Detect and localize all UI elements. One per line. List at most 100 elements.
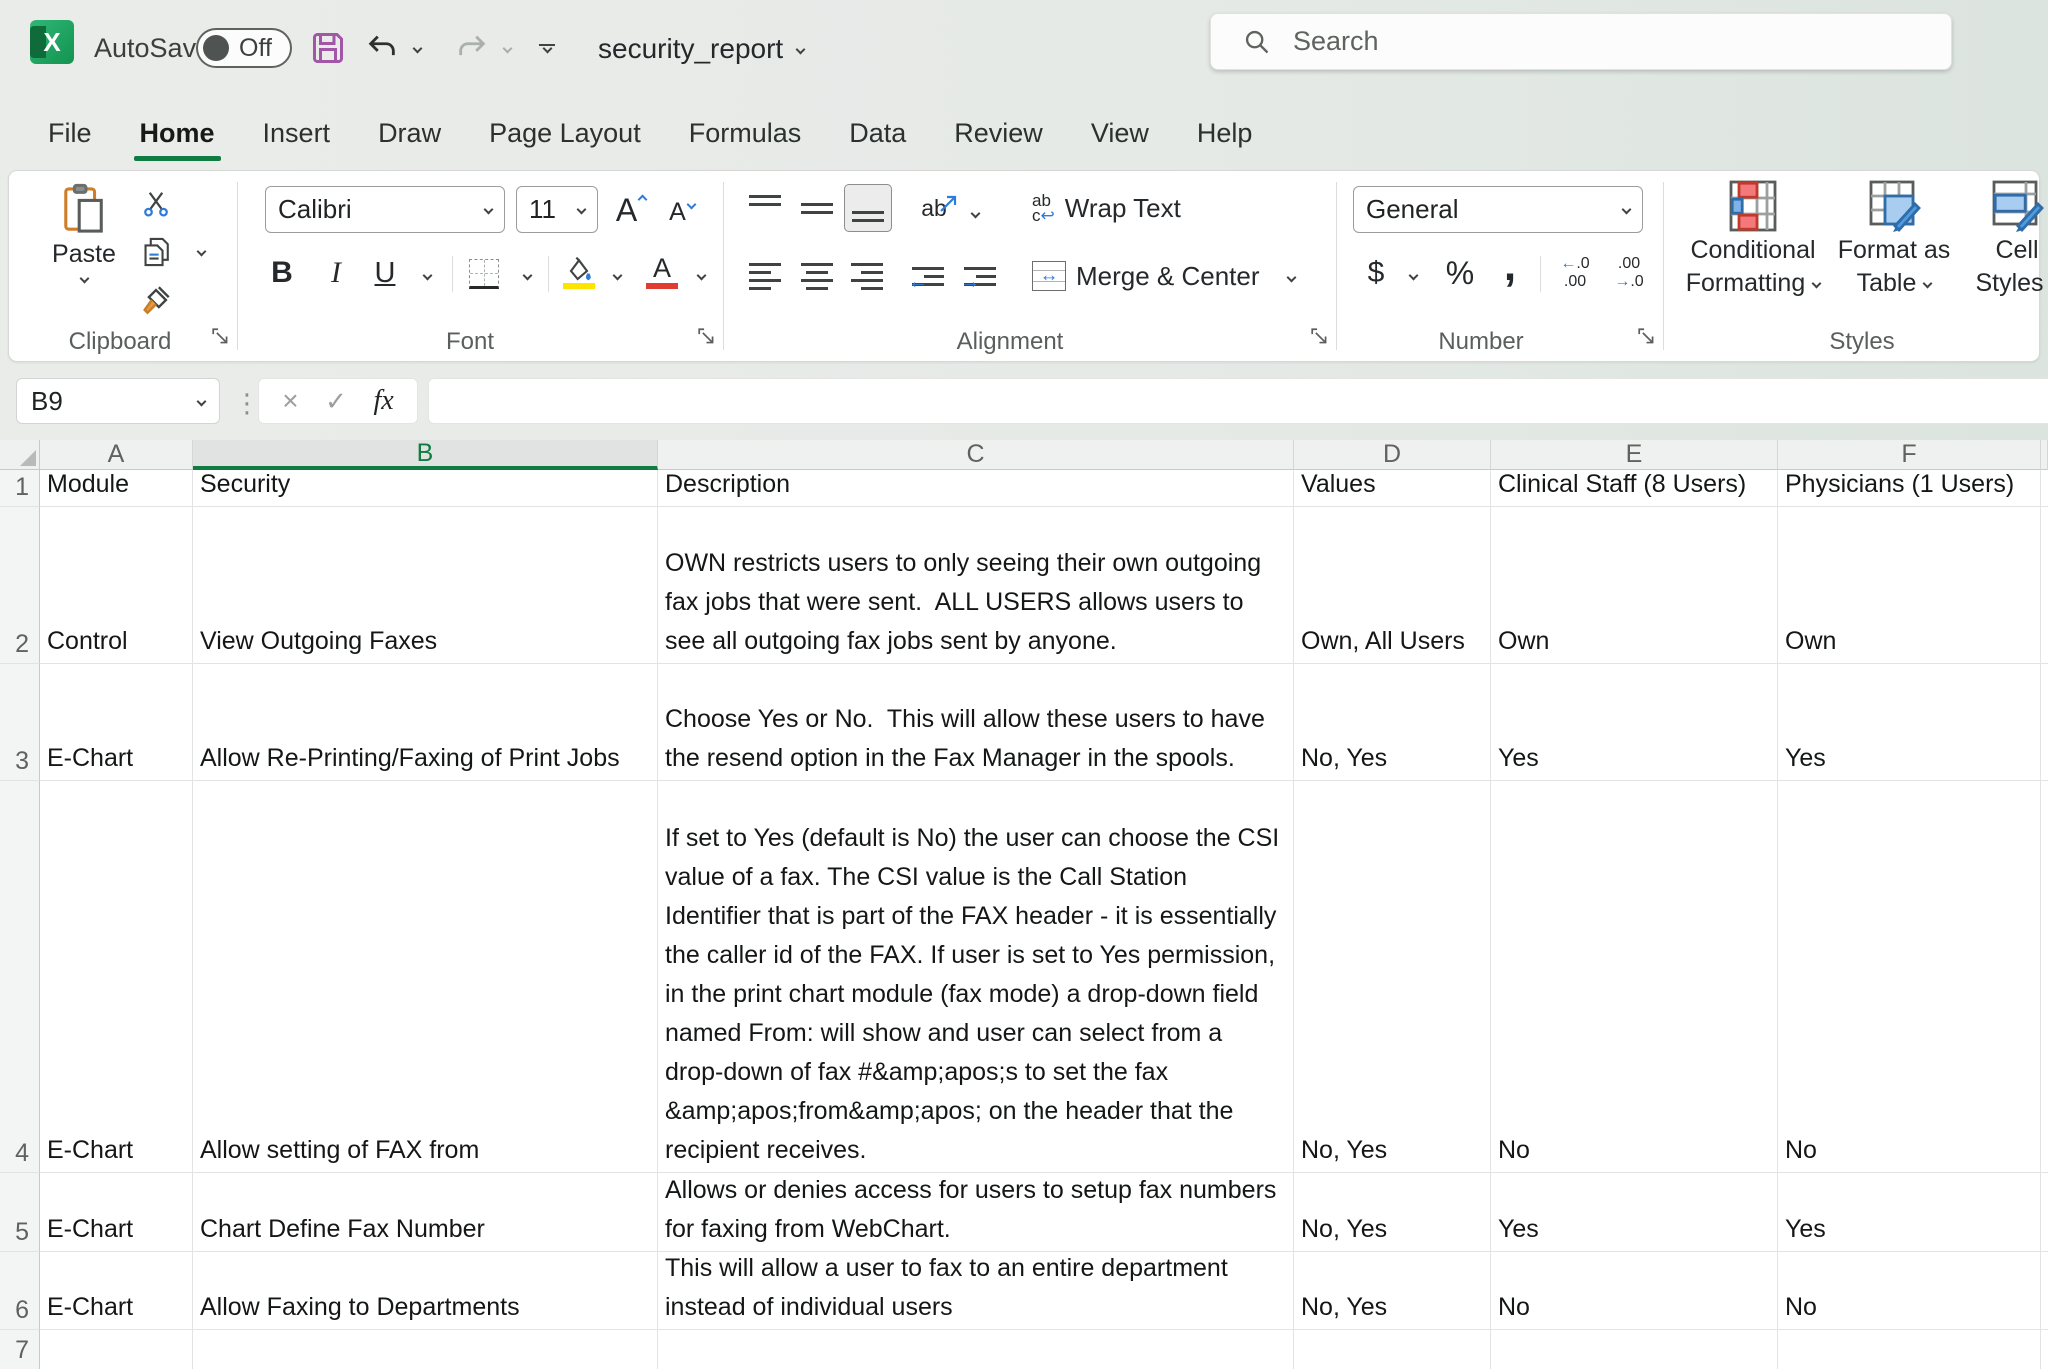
orientation-dropdown[interactable]	[962, 200, 988, 226]
merge-center-dropdown[interactable]	[1278, 264, 1304, 290]
document-title[interactable]: security_report	[598, 33, 804, 65]
increase-indent-button[interactable]: →	[958, 256, 1002, 296]
row-number[interactable]: 5	[0, 1173, 40, 1252]
percent-style-button[interactable]: %	[1438, 252, 1482, 294]
cell-b1[interactable]: Security	[193, 470, 658, 507]
tab-home[interactable]: Home	[138, 104, 217, 163]
number-format-combo[interactable]: General	[1353, 186, 1643, 233]
accounting-format-button[interactable]: $	[1356, 252, 1396, 294]
underline-dropdown[interactable]	[414, 262, 440, 288]
cell-e6[interactable]: No	[1491, 1252, 1778, 1330]
number-dialog-launcher[interactable]	[1638, 328, 1656, 346]
cell-b3[interactable]: Allow Re-Printing/Faxing of Print Jobs	[193, 664, 658, 781]
insert-function-button[interactable]: fx	[373, 385, 393, 417]
decrease-decimal-button[interactable]: .00→.0	[1604, 252, 1654, 294]
cell-d6[interactable]: No, Yes	[1294, 1252, 1491, 1330]
cell-b4[interactable]: Allow setting of FAX from	[193, 781, 658, 1173]
autosave-toggle[interactable]: Off	[196, 28, 292, 68]
formula-bar-handle[interactable]: ⋮	[234, 388, 260, 419]
cell-d5[interactable]: No, Yes	[1294, 1173, 1491, 1252]
column-header-f[interactable]: F	[1778, 440, 2041, 470]
bottom-align-button[interactable]	[844, 184, 892, 232]
copy-button[interactable]	[136, 232, 176, 272]
tab-help[interactable]: Help	[1195, 104, 1255, 163]
cut-button[interactable]	[136, 186, 176, 222]
undo-button[interactable]	[360, 24, 404, 72]
cell-c7[interactable]	[658, 1330, 1294, 1369]
font-color-button[interactable]: A	[640, 250, 684, 294]
fill-color-dropdown[interactable]	[604, 262, 630, 288]
enter-button[interactable]: ✓	[325, 386, 347, 417]
column-header-b[interactable]: B	[193, 440, 658, 470]
row-number[interactable]: 6	[0, 1252, 40, 1330]
font-name-combo[interactable]: Calibri	[265, 186, 505, 233]
align-left-button[interactable]	[744, 256, 786, 296]
cell-a1[interactable]: Module	[40, 470, 193, 507]
cell-e2[interactable]: Own	[1491, 507, 1778, 664]
cell-c3[interactable]: Choose Yes or No. This will allow these …	[658, 664, 1294, 781]
clipboard-dialog-launcher[interactable]	[212, 328, 230, 346]
cell-e4[interactable]: No	[1491, 781, 1778, 1173]
cell-c5[interactable]: Allows or denies access for users to set…	[658, 1173, 1294, 1252]
merge-center-button[interactable]: ↔ Merge & Center	[1032, 254, 1260, 298]
cell-b5[interactable]: Chart Define Fax Number	[193, 1173, 658, 1252]
accounting-format-dropdown[interactable]	[1400, 262, 1426, 288]
cell-f6[interactable]: No	[1778, 1252, 2041, 1330]
cell-d1[interactable]: Values	[1294, 470, 1491, 507]
cell-c2[interactable]: OWN restricts users to only seeing their…	[658, 507, 1294, 664]
cell-a3[interactable]: E-Chart	[40, 664, 193, 781]
row-number[interactable]: 4	[0, 781, 40, 1173]
tab-page-layout[interactable]: Page Layout	[487, 104, 643, 163]
italic-button[interactable]: I	[318, 252, 354, 294]
cell-styles-button[interactable]: Cell Styles	[1962, 178, 2048, 300]
cell-a2[interactable]: Control	[40, 507, 193, 664]
cell-f1[interactable]: Physicians (1 Users)	[1778, 470, 2041, 507]
decrease-indent-button[interactable]: ←	[906, 256, 950, 296]
bold-button[interactable]: B	[262, 252, 302, 294]
tab-view[interactable]: View	[1089, 104, 1151, 163]
cell-f2[interactable]: Own	[1778, 507, 2041, 664]
name-box[interactable]: B9	[16, 378, 220, 424]
underline-button[interactable]: U	[366, 252, 404, 294]
row-number[interactable]: 3	[0, 664, 40, 781]
borders-dropdown[interactable]	[514, 262, 540, 288]
cell-a5[interactable]: E-Chart	[40, 1173, 193, 1252]
copy-dropdown[interactable]	[188, 238, 214, 264]
top-align-button[interactable]	[744, 188, 786, 228]
format-painter-button[interactable]	[136, 280, 176, 320]
cell-c1[interactable]: Description	[658, 470, 1294, 507]
tab-review[interactable]: Review	[952, 104, 1045, 163]
undo-dropdown[interactable]	[404, 24, 430, 72]
formula-input[interactable]	[428, 378, 2048, 424]
cell-e3[interactable]: Yes	[1491, 664, 1778, 781]
cell-f3[interactable]: Yes	[1778, 664, 2041, 781]
tab-formulas[interactable]: Formulas	[687, 104, 804, 163]
cell-d2[interactable]: Own, All Users	[1294, 507, 1491, 664]
tab-file[interactable]: File	[46, 104, 94, 163]
decrease-font-size-button[interactable]: A	[660, 192, 704, 232]
column-header-g-sliver[interactable]	[2041, 440, 2048, 470]
font-color-dropdown[interactable]	[688, 262, 714, 288]
cell-a7[interactable]	[40, 1330, 193, 1369]
cell-a4[interactable]: E-Chart	[40, 781, 193, 1173]
save-button[interactable]	[306, 24, 350, 72]
column-header-c[interactable]: C	[658, 440, 1294, 470]
row-number[interactable]: 1	[0, 470, 40, 507]
cell-b7[interactable]	[193, 1330, 658, 1369]
cell-e1[interactable]: Clinical Staff (8 Users)	[1491, 470, 1778, 507]
alignment-dialog-launcher[interactable]	[1311, 328, 1329, 346]
cell-e5[interactable]: Yes	[1491, 1173, 1778, 1252]
borders-button[interactable]	[462, 254, 506, 294]
cell-c6[interactable]: This will allow a user to fax to an enti…	[658, 1252, 1294, 1330]
format-as-table-button[interactable]: Format as Table	[1828, 178, 1960, 300]
cell-f4[interactable]: No	[1778, 781, 2041, 1173]
cell-b6[interactable]: Allow Faxing to Departments	[193, 1252, 658, 1330]
cancel-button[interactable]: ×	[282, 385, 298, 417]
paste-button[interactable]: Paste	[48, 182, 120, 282]
column-header-a[interactable]: A	[40, 440, 193, 470]
orientation-button[interactable]: ab	[908, 186, 960, 230]
font-dialog-launcher[interactable]	[698, 328, 716, 346]
search-box[interactable]: Search	[1210, 13, 1952, 70]
cell-f7[interactable]	[1778, 1330, 2041, 1369]
comma-style-button[interactable]: ,	[1492, 242, 1528, 290]
